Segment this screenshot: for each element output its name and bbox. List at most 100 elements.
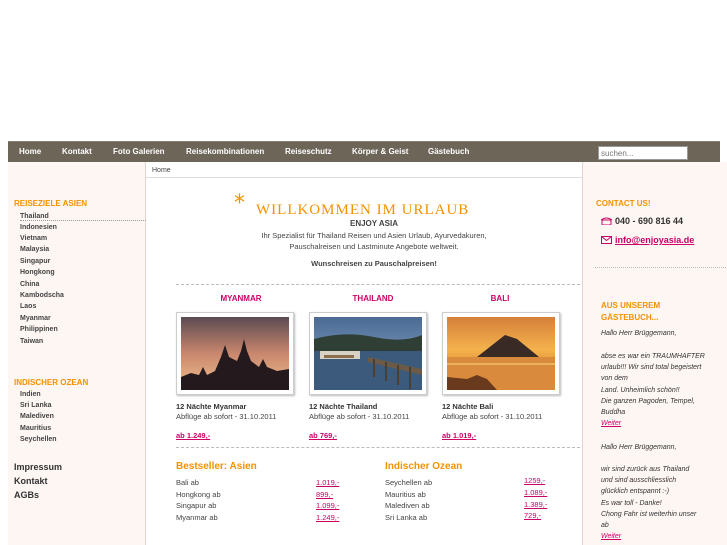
sidebar-item-malaysia[interactable]: Malaysia: [20, 246, 146, 253]
photo-myanmar[interactable]: [176, 312, 294, 395]
sidebar-item-seychellen[interactable]: Seychellen: [20, 436, 146, 443]
sidebar-item-kambodscha[interactable]: Kambodscha: [20, 292, 146, 299]
dest-nights-bali: 12 Nächte Bali: [442, 402, 494, 411]
nav-reiseschutz[interactable]: Reiseschutz: [285, 142, 332, 162]
guestbook-entry-1-line: Die ganzen Pagoden, Tempel,: [601, 398, 695, 405]
sidebar-item-malediven[interactable]: Malediven: [20, 413, 146, 420]
price-link[interactable]: 1.249,-: [316, 513, 339, 522]
photo-bali[interactable]: [442, 312, 560, 395]
guestbook-entry-1-more-link[interactable]: Weiter: [601, 420, 621, 427]
guestbook-entry-1-line: von dem: [601, 375, 628, 382]
email-link[interactable]: info@enjoyasia.de: [615, 235, 694, 245]
sidebar-item-sri-lanka[interactable]: Sri Lanka: [20, 402, 146, 409]
phone-row: 040 - 690 816 44: [600, 216, 684, 226]
myanmar-pagoda-image: [181, 317, 289, 390]
list-item: Hongkong ab: [176, 490, 221, 499]
bestseller-heading: Bestseller: Asien: [176, 461, 257, 472]
list-item: Sri Lanka ab: [385, 513, 428, 522]
photo-thailand[interactable]: [309, 312, 427, 395]
search-input[interactable]: [598, 146, 688, 160]
ocean-offers-heading: Indischer Ozean: [385, 461, 463, 472]
sidebar-item-myanmar[interactable]: Myanmar: [20, 315, 146, 322]
sidebar-item-hongkong[interactable]: Hongkong: [20, 269, 146, 276]
guestbook-heading-line-1: AUS UNSEREM: [601, 301, 661, 310]
sidebar-item-vietnam[interactable]: Vietnam: [20, 235, 146, 242]
guestbook-entry-2-greeting: Hallo Herr Brüggemann,: [601, 444, 677, 451]
dest-dates-myanmar: Abflüge ab sofort - 31.10.2011: [176, 412, 277, 421]
ocean-section-heading: INDISCHER OZEAN: [14, 378, 89, 387]
dest-nights-myanmar: 12 Nächte Myanmar: [176, 402, 247, 411]
guestbook-entry-2-line: wir sind zurück aus Thailand: [601, 466, 690, 473]
guestbook-entry-2-line: glücklich entspannt :-): [601, 488, 670, 495]
sidebar-item-laos[interactable]: Laos: [20, 303, 146, 310]
phone-icon: [600, 217, 613, 226]
price-link[interactable]: 1.089,-: [524, 488, 547, 497]
list-item: Myanmar ab: [176, 513, 218, 522]
guestbook-heading-line-2: GÄSTEBUCH...: [601, 313, 659, 322]
dest-dates-bali: Abflüge ab sofort - 31.10.2011: [442, 412, 543, 421]
sidebar-link-agbs[interactable]: AGBs: [14, 490, 39, 500]
email-row: info@enjoyasia.de: [601, 235, 694, 245]
nav-koerper-geist[interactable]: Körper & Geist: [352, 142, 408, 162]
guestbook-entry-2-line: ab: [601, 522, 609, 529]
price-link-myanmar[interactable]: ab 1.249,-: [176, 431, 210, 440]
sidebar-item-thailand[interactable]: Thailand: [20, 213, 146, 221]
contact-heading: CONTACT US!: [596, 199, 651, 208]
guestbook-entry-2-line: und sind ausschliesslich: [601, 477, 677, 484]
sidebar-item-philippinen[interactable]: Philippinen: [20, 326, 146, 333]
intro-line-1: Ihr Spezialist für Thailand Reisen und A…: [261, 231, 487, 240]
price-link[interactable]: 1.099,-: [316, 501, 339, 510]
right-sidebar: CONTACT US! 040 - 690 816 44 info@enjoya…: [582, 162, 727, 545]
guestbook-entry-2-line: Chong Fahr ist weiterhin unser: [601, 511, 697, 518]
nav-home[interactable]: Home: [19, 142, 41, 162]
breadcrumb-home[interactable]: Home: [152, 167, 171, 174]
sidebar-item-indien[interactable]: Indien: [20, 391, 146, 398]
thailand-river-bridge-image: [314, 317, 422, 390]
nav-kontakt[interactable]: Kontakt: [62, 142, 92, 162]
sidebar-link-impressum[interactable]: Impressum: [14, 462, 62, 472]
guestbook-entry-1-greeting: Hallo Herr Brüggemann,: [601, 330, 677, 337]
enjoy-asia-label: ENJOY ASIA: [349, 219, 398, 228]
breadcrumb: Home: [146, 162, 582, 178]
sidebar-item-indonesien[interactable]: Indonesien: [20, 224, 146, 231]
guestbook-entry-1-line: Land. Unheimlich schön!!: [601, 387, 680, 394]
page-title: WILLKOMMEN IM URLAUB: [256, 202, 470, 218]
star-icon: *: [234, 191, 245, 216]
nav-foto-galerien[interactable]: Foto Galerien: [113, 142, 165, 162]
phone-number: 040 - 690 816 44: [615, 216, 684, 226]
dest-nights-thailand: 12 Nächte Thailand: [309, 402, 378, 411]
sidebar-item-mauritius[interactable]: Mauritius: [20, 425, 146, 432]
price-link[interactable]: 729,-: [524, 511, 541, 520]
nav-gaestebuch[interactable]: Gästebuch: [428, 142, 469, 162]
left-sidebar: REISEZIELE ASIEN Thailand Indonesien Vie…: [8, 162, 146, 545]
list-item: Malediven ab: [385, 501, 430, 510]
dest-title-bali: BALI: [490, 294, 510, 303]
dest-title-myanmar: MYANMAR: [220, 294, 262, 303]
guestbook-entry-2-more-link[interactable]: Weiter: [601, 533, 621, 540]
price-link-bali[interactable]: ab 1.019,-: [442, 431, 476, 440]
price-link[interactable]: 899,-: [316, 490, 333, 499]
asia-section-heading: REISEZIELE ASIEN: [14, 199, 88, 208]
bali-sunset-image: [447, 317, 555, 390]
guestbook-entry-2-line: Es war toll - Danke!: [601, 500, 662, 507]
nav-reisekombinationen[interactable]: Reisekombinationen: [186, 142, 264, 162]
guestbook-heading: AUS UNSEREM GÄSTEBUCH...: [601, 300, 660, 324]
guestbook-entry-1-line: urlaub!!! Wir sind total begeistert: [601, 364, 702, 371]
sidebar-item-singapur[interactable]: Singapur: [20, 258, 146, 265]
divider: [176, 447, 580, 448]
list-item: Seychellen ab: [385, 478, 433, 487]
sidebar-item-china[interactable]: China: [20, 281, 146, 288]
divider: [595, 267, 727, 268]
divider: [176, 284, 580, 285]
sidebar-item-taiwan[interactable]: Taiwan: [20, 338, 146, 345]
sidebar-link-kontakt[interactable]: Kontakt: [14, 476, 48, 486]
price-link[interactable]: 1.019,-: [316, 478, 339, 487]
mail-icon: [601, 236, 612, 244]
price-link[interactable]: 1259,-: [524, 476, 545, 485]
price-link[interactable]: 1.389,-: [524, 500, 547, 509]
wunschreisen-text: Wunschreisen zu Pauschalpreisen!: [311, 259, 437, 268]
list-item: Bali ab: [176, 478, 199, 487]
guestbook-entry-1-line: Buddha: [601, 409, 626, 416]
dest-title-thailand: THAILAND: [352, 294, 394, 303]
price-link-thailand[interactable]: ab 769,-: [309, 431, 337, 440]
